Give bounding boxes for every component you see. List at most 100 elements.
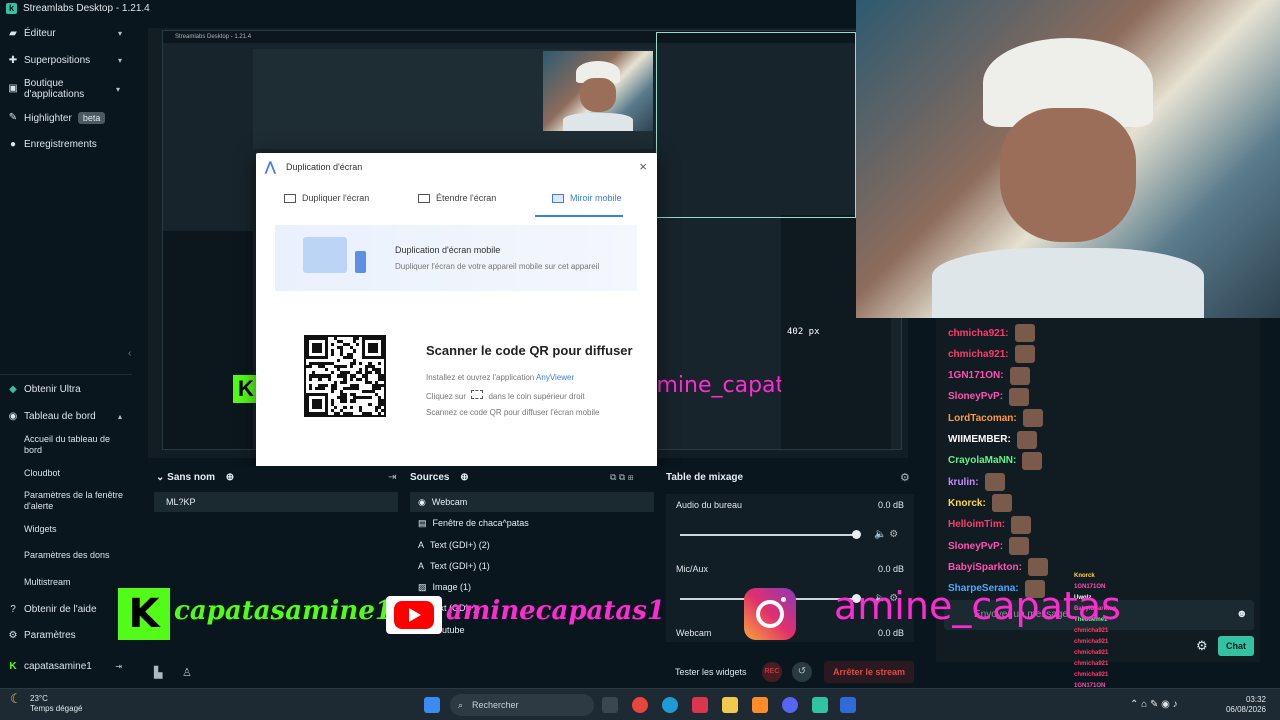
- taskbar-search[interactable]: ⌕ Rechercher: [450, 694, 594, 716]
- source-tools-icon[interactable]: ⧉ ⧉ ⊞: [610, 472, 634, 483]
- windows-start-icon[interactable]: [424, 697, 440, 713]
- chat-username[interactable]: BabyiSparkton:: [948, 562, 1022, 573]
- streamlabs-logo-icon: k: [6, 2, 17, 14]
- gear-icon[interactable]: ⚙: [900, 471, 910, 484]
- anyviewer-icon[interactable]: [840, 697, 856, 713]
- volume-slider[interactable]: [680, 534, 856, 536]
- emote-icon: [1016, 430, 1037, 449]
- edge-icon[interactable]: [662, 697, 678, 713]
- sidebar-sub-multistream[interactable]: Multistream: [24, 577, 124, 588]
- chat-username[interactable]: SloneyPvP:: [948, 391, 1003, 402]
- tab-label: Étendre l'écran: [436, 193, 497, 203]
- tab-duplicate-screen[interactable]: Dupliquer l'écran: [284, 193, 369, 203]
- discord-icon[interactable]: [782, 697, 798, 713]
- scene-item[interactable]: ML?KP: [154, 492, 398, 512]
- source-item[interactable]: ◉ Webcam: [410, 492, 654, 512]
- selection-box[interactable]: [656, 32, 856, 218]
- sidebar-item-editor[interactable]: ▰ Éditeur ▾: [0, 28, 132, 39]
- chrome-icon[interactable]: [632, 697, 648, 713]
- chat-username[interactable]: LordTacoman:: [948, 413, 1017, 424]
- add-scene-icon[interactable]: ⊕: [226, 472, 234, 483]
- chat-username[interactable]: SloneyPvP:: [948, 541, 1003, 552]
- blender-icon[interactable]: [752, 697, 768, 713]
- qr-module: [377, 361, 381, 366]
- chat-username[interactable]: Knorck:: [948, 498, 986, 509]
- chat-username[interactable]: CrayolaMaNN:: [948, 455, 1016, 466]
- qr-module: [318, 349, 322, 353]
- channel-db: 0.0 dB: [877, 500, 904, 510]
- qr-module: [330, 352, 335, 356]
- task-view-icon[interactable]: [602, 697, 618, 713]
- sidebar-item-settings[interactable]: ⚙ Paramètres: [0, 630, 132, 641]
- replay-icon[interactable]: ↺: [792, 662, 812, 682]
- scan-step-3: Scannez ce code QR pour diffuser l'écran…: [426, 408, 600, 417]
- chat-username[interactable]: HelloimTim:: [948, 519, 1005, 530]
- record-button[interactable]: REC: [762, 662, 782, 682]
- sidebar-sub-alert-settings[interactable]: Paramètres de la fenêtre d'alerte: [24, 490, 124, 512]
- stop-stream-button[interactable]: Arrêter le stream: [824, 661, 914, 683]
- sidebar-sub-widgets[interactable]: Widgets: [24, 524, 124, 535]
- volume-slider-handle[interactable]: [852, 530, 861, 539]
- chevron-down-icon[interactable]: ⌄: [156, 472, 164, 483]
- sidebar-item-label: Paramètres: [24, 630, 76, 641]
- sidebar-sub-donation-settings[interactable]: Paramètres des dons: [24, 550, 124, 561]
- chat-message: SloneyPvP:: [948, 537, 1030, 555]
- sidebar-item-highlighter[interactable]: ✎ Highlighter beta: [0, 112, 132, 124]
- chat-username[interactable]: chmicha921:: [948, 349, 1009, 360]
- scenes-header: ⌄ Sans nom ⊕: [156, 472, 234, 483]
- qr-module: [349, 365, 353, 369]
- source-item[interactable]: A Text (GDI+) (2): [410, 535, 654, 555]
- qr-module: [349, 405, 353, 409]
- chevron-down-icon: ▾: [117, 29, 122, 38]
- sidebar-item-ultra[interactable]: ◆ Obtenir Ultra: [0, 384, 132, 395]
- sidebar-item-overlays[interactable]: ✚ Superpositions ▾: [0, 55, 132, 66]
- chat-username[interactable]: krulin:: [948, 477, 979, 488]
- mini-chat-line: Knorck: [1074, 573, 1095, 579]
- source-item[interactable]: A Text (GDI+) (1): [410, 556, 654, 576]
- sidebar-item-help[interactable]: ? Obtenir de l'aide: [0, 604, 132, 615]
- chat-username[interactable]: 1GN171ON:: [948, 370, 1004, 381]
- angular-icon[interactable]: [692, 697, 708, 713]
- tab-extend-screen[interactable]: Étendre l'écran: [418, 193, 496, 203]
- anyviewer-link[interactable]: AnyViewer: [536, 373, 574, 382]
- clock[interactable]: 03:32 06/08/2026: [1226, 695, 1266, 715]
- sidebar-sub-cloudbot[interactable]: Cloudbot: [24, 468, 124, 479]
- qr-module: [380, 402, 384, 406]
- chat-message: BabyiSparkton:: [948, 558, 1048, 577]
- scene-transition-icon[interactable]: ⇥: [388, 472, 396, 483]
- notification-icon[interactable]: ♙: [182, 666, 192, 679]
- sidebar-item-dashboard[interactable]: ◉ Tableau de bord ▴: [0, 411, 132, 422]
- collapse-sidebar-icon[interactable]: ‹: [128, 348, 131, 359]
- weather-widget[interactable]: ☾ 23°C Temps dégagé: [10, 692, 82, 714]
- stats-icon[interactable]: ▙: [154, 666, 162, 679]
- text-icon: A: [418, 540, 425, 550]
- gear-icon[interactable]: ⚙: [1196, 638, 1208, 654]
- streamlabs-icon[interactable]: [812, 697, 828, 713]
- speaker-icon[interactable]: 🔈 ⚙: [874, 529, 898, 540]
- qr-module: [330, 371, 335, 375]
- sidebar-sub-dashboard-home[interactable]: Accueil du tableau de bord: [24, 434, 124, 456]
- dashboard-icon: ◉: [8, 410, 18, 422]
- qr-module: [324, 383, 328, 387]
- sidebar-item-recordings[interactable]: ● Enregistrements: [0, 139, 132, 150]
- chat-username[interactable]: chmicha921:: [948, 328, 1009, 339]
- add-source-icon[interactable]: ⊕: [460, 472, 468, 483]
- close-icon[interactable]: ×: [639, 159, 647, 174]
- chat-send-button[interactable]: Chat: [1218, 636, 1254, 656]
- emote-icon: [1011, 515, 1032, 534]
- qr-module: [380, 377, 384, 381]
- duplicate-screen-icon: [284, 193, 296, 203]
- emoji-icon[interactable]: ☻: [1236, 608, 1248, 620]
- tab-mobile-mirror[interactable]: Miroir mobile: [552, 193, 622, 203]
- sidebar-item-app-store[interactable]: ▣ Boutique d'applications ▾: [0, 78, 120, 100]
- source-item[interactable]: ▤ Fenêtre de chaca^patas: [410, 513, 654, 533]
- sidebar-item-label: Boutique d'applications: [24, 78, 85, 100]
- system-tray-icons[interactable]: ⌃ ⌂ ✎ ◉ ♪: [1130, 699, 1178, 710]
- file-explorer-icon[interactable]: [722, 697, 738, 713]
- sidebar-user[interactable]: K capatasamine1 ⇥: [0, 661, 132, 672]
- source-label: Webcam: [431, 497, 468, 507]
- test-widgets-button[interactable]: Tester les widgets: [675, 667, 747, 677]
- source-label: Text (GDI+) (1): [430, 561, 490, 571]
- chat-username[interactable]: WIIMEMBER:: [948, 434, 1011, 445]
- kick-icon: K: [9, 660, 17, 672]
